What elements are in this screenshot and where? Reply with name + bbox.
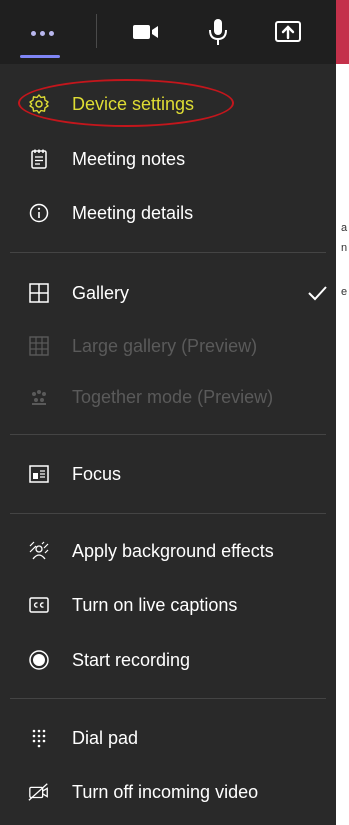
notes-icon (28, 148, 50, 170)
menu-item-background-effects[interactable]: Apply background effects (0, 531, 336, 571)
call-toolbar (0, 0, 349, 64)
camera-button[interactable] (126, 12, 166, 52)
gallery-grid-icon (28, 282, 50, 304)
info-icon (28, 202, 50, 224)
large-gallery-icon (28, 335, 50, 357)
menu-item-meeting-notes[interactable]: Meeting notes (0, 139, 336, 179)
menu-item-label: Gallery (72, 282, 130, 303)
menu-item-large-gallery: Large gallery (Preview) (0, 326, 336, 366)
background-text-fragment: n (341, 242, 348, 254)
menu-item-focus[interactable]: Focus (0, 454, 336, 494)
ellipsis-icon (30, 30, 54, 36)
video-off-icon (28, 781, 50, 803)
menu-item-meeting-details[interactable]: Meeting details (0, 193, 336, 233)
menu-divider (10, 252, 326, 253)
menu-item-label: Meeting notes (72, 148, 186, 169)
record-icon (28, 649, 50, 671)
focus-icon (28, 463, 50, 485)
menu-divider (10, 434, 326, 435)
share-screen-button[interactable] (268, 12, 308, 52)
menu-item-dial-pad[interactable]: Dial pad (0, 718, 336, 758)
background-effects-icon (28, 540, 50, 562)
captions-icon (28, 594, 50, 616)
more-actions-menu: Device settings Meeting notes Meeting de… (0, 64, 336, 825)
together-mode-icon (28, 386, 50, 408)
menu-item-together-mode: Together mode (Preview) (0, 377, 336, 417)
menu-item-label: Start recording (72, 649, 191, 670)
video-camera-icon (133, 25, 158, 39)
menu-item-label: Focus (72, 463, 122, 484)
more-actions-button[interactable] (22, 12, 62, 52)
dial-pad-icon (28, 727, 50, 749)
menu-item-label: Turn off incoming video (72, 781, 259, 802)
menu-divider (10, 513, 326, 514)
menu-item-label: Turn on live captions (72, 594, 238, 615)
menu-item-start-recording[interactable]: Start recording (0, 640, 336, 680)
menu-divider (10, 698, 326, 699)
leave-button-edge[interactable] (336, 0, 349, 64)
menu-item-label: Dial pad (72, 727, 139, 748)
checkmark-icon (308, 286, 327, 301)
active-indicator (20, 55, 60, 58)
background-text-fragment: e (341, 286, 348, 298)
menu-item-label: Meeting details (72, 202, 194, 223)
share-screen-icon (275, 21, 301, 42)
menu-item-label: Together mode (Preview) (72, 386, 274, 407)
microphone-button[interactable] (198, 12, 238, 52)
background-text-fragment: a (341, 222, 348, 234)
gear-icon (28, 93, 50, 115)
menu-item-turn-off-incoming-video[interactable]: Turn off incoming video (0, 772, 336, 812)
menu-item-gallery[interactable]: Gallery (0, 273, 336, 313)
menu-item-label: Apply background effects (72, 540, 274, 561)
microphone-icon (209, 19, 227, 45)
menu-item-device-settings[interactable]: Device settings (0, 84, 336, 124)
menu-item-label: Device settings (72, 93, 195, 114)
toolbar-divider (96, 14, 97, 48)
menu-item-live-captions[interactable]: Turn on live captions (0, 585, 336, 625)
menu-item-label: Large gallery (Preview) (72, 335, 258, 356)
